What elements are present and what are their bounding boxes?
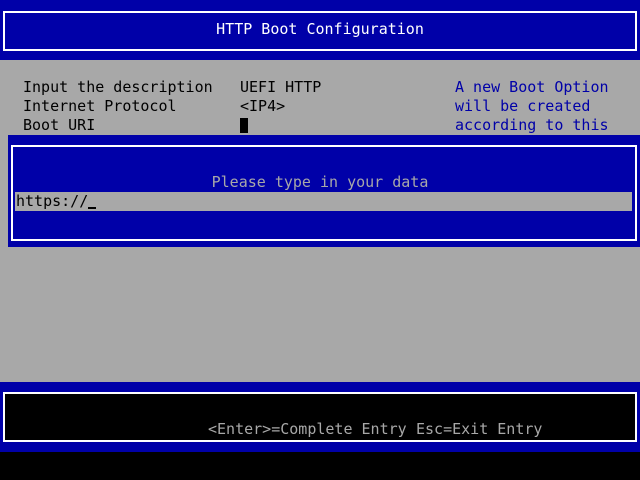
uri-input-value: https:// (16, 192, 89, 210)
esc-hint: Esc=Exit Entry (416, 420, 543, 438)
uri-input[interactable]: https:// (15, 192, 632, 211)
description-field[interactable]: UEFI HTTP (240, 78, 321, 97)
page-title: HTTP Boot Configuration (216, 20, 424, 38)
help-text-line: A new Boot Option (455, 78, 609, 96)
protocol-selector[interactable]: <IP4> (240, 97, 285, 116)
form-label-description: Input the description (23, 78, 213, 96)
boot-uri-cursor (240, 118, 248, 133)
form-label-protocol: Internet Protocol (23, 97, 177, 115)
popup-prompt: Please type in your data (211, 173, 429, 191)
enter-hint: <Enter>=Complete Entry (208, 420, 407, 438)
form-label-boot-uri: Boot URI (23, 116, 96, 134)
text-cursor (88, 207, 97, 209)
help-text-line: according to this (455, 116, 609, 134)
help-text-line: will be created (455, 97, 591, 115)
